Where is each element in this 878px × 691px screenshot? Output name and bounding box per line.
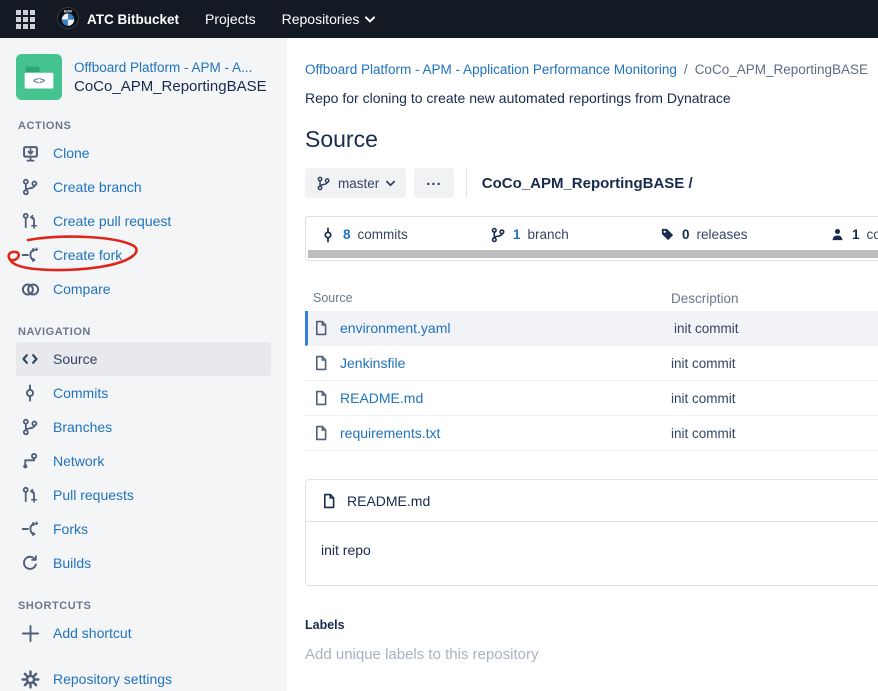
shortcuts-section-heading: SHORTCUTS: [18, 600, 277, 612]
file-table: Source Description environment.yaml init…: [305, 285, 878, 451]
sidebar-item-network[interactable]: Network: [16, 444, 277, 478]
bmw-logo-icon: BMW: [57, 7, 79, 32]
branch-icon: [20, 177, 40, 197]
file-link[interactable]: requirements.txt: [340, 425, 440, 441]
chevron-down-icon: [365, 16, 375, 23]
main-content: Offboard Platform - APM - Application Pe…: [287, 38, 878, 691]
commit-message[interactable]: init commit: [671, 391, 736, 406]
commit-message[interactable]: init commit: [674, 321, 739, 336]
file-table-header: Source Description: [305, 285, 878, 311]
sidebar-item-compare[interactable]: Compare: [16, 272, 277, 306]
sidebar-item-add-shortcut[interactable]: Add shortcut: [16, 616, 277, 650]
readme-panel-header: README.md: [306, 480, 878, 522]
sidebar-repo-name[interactable]: CoCo_APM_ReportingBASE: [74, 78, 267, 95]
person-icon: [830, 227, 845, 242]
stat-branches[interactable]: 1 branch: [476, 227, 646, 243]
stat-contributors[interactable]: 1 contributors: [816, 227, 878, 242]
tag-icon: [660, 227, 675, 242]
gear-icon: [20, 669, 40, 689]
scrollbar-thumb[interactable]: [308, 250, 878, 258]
chevron-down-icon: [386, 180, 395, 187]
breadcrumb-current-repo: CoCo_APM_ReportingBASE: [695, 62, 868, 77]
builds-icon: [20, 553, 40, 573]
labels-section: Labels Add unique labels to this reposit…: [305, 618, 878, 663]
repository-sidebar: <> Offboard Platform - APM - A... CoCo_A…: [0, 38, 287, 691]
breadcrumb-project-link[interactable]: Offboard Platform - APM - Application Pe…: [305, 62, 677, 77]
column-header-description: Description: [671, 291, 739, 306]
sidebar-item-commits[interactable]: Commits: [16, 376, 277, 410]
file-icon: [313, 425, 329, 441]
sidebar-item-source[interactable]: Source: [16, 342, 271, 376]
commit-message[interactable]: init commit: [671, 426, 736, 441]
clone-icon: [20, 143, 40, 163]
compare-icon: [20, 279, 40, 299]
labels-heading: Labels: [305, 618, 878, 632]
sidebar-project-link[interactable]: Offboard Platform - APM - A...: [74, 60, 267, 75]
actions-section-heading: ACTIONS: [18, 120, 277, 132]
page-title: Source: [305, 126, 878, 153]
branch-icon: [316, 176, 331, 191]
labels-empty-placeholder: Add unique labels to this repository: [305, 646, 878, 663]
branch-icon: [490, 227, 506, 243]
topnav-repositories[interactable]: Repositories: [282, 11, 376, 27]
commit-icon: [20, 383, 40, 403]
sidebar-item-pull-requests[interactable]: Pull requests: [16, 478, 277, 512]
file-path-root[interactable]: CoCo_APM_ReportingBASE /: [482, 175, 693, 192]
readme-filename: README.md: [347, 493, 430, 509]
source-toolbar: master ... CoCo_APM_ReportingBASE /: [305, 168, 878, 198]
fork-icon: [20, 245, 40, 265]
file-link[interactable]: environment.yaml: [340, 320, 451, 336]
pull-request-icon: [20, 485, 40, 505]
sidebar-item-repository-settings[interactable]: Repository settings: [16, 662, 277, 691]
sidebar-item-create-branch[interactable]: Create branch: [16, 170, 277, 204]
source-icon: [20, 349, 40, 369]
top-navigation-bar: BMW ATC Bitbucket Projects Repositories: [0, 0, 878, 38]
branch-selector-button[interactable]: master: [305, 168, 406, 198]
toolbar-divider: [466, 168, 467, 198]
repository-stats-bar: 8 commits 1 branch 0 releases 1 contribu…: [305, 216, 878, 261]
sidebar-item-forks[interactable]: Forks: [16, 512, 277, 546]
table-row-environment-yaml[interactable]: environment.yaml init commit: [305, 311, 878, 346]
readme-content: init repo: [306, 522, 878, 585]
fork-icon: [20, 519, 40, 539]
topnav-projects[interactable]: Projects: [205, 11, 256, 27]
sidebar-item-create-pull-request[interactable]: Create pull request: [16, 204, 277, 238]
column-header-source: Source: [305, 291, 671, 305]
file-link[interactable]: README.md: [340, 390, 423, 406]
readme-panel: README.md init repo: [305, 479, 878, 586]
stat-releases[interactable]: 0 releases: [646, 227, 816, 242]
app-switcher-grid-icon[interactable]: [14, 8, 37, 31]
breadcrumb-separator: /: [684, 62, 688, 77]
app-title: ATC Bitbucket: [87, 12, 179, 27]
stat-commits[interactable]: 8 commits: [306, 227, 476, 243]
repository-description: Repo for cloning to create new automated…: [305, 90, 878, 106]
more-options-button[interactable]: ...: [414, 168, 454, 198]
table-row-requirements-txt[interactable]: requirements.txt init commit: [305, 416, 878, 451]
branch-icon: [20, 417, 40, 437]
file-icon: [313, 355, 329, 371]
commit-message[interactable]: init commit: [671, 356, 736, 371]
breadcrumb: Offboard Platform - APM - Application Pe…: [305, 62, 878, 77]
sidebar-item-builds[interactable]: Builds: [16, 546, 277, 580]
pull-request-icon: [20, 211, 40, 231]
table-row-jenkinsfile[interactable]: Jenkinsfile init commit: [305, 346, 878, 381]
svg-text:<>: <>: [33, 75, 45, 87]
sidebar-item-create-fork[interactable]: Create fork: [16, 238, 277, 272]
sidebar-item-branches[interactable]: Branches: [16, 410, 277, 444]
horizontal-scrollbar: [308, 250, 878, 258]
network-icon: [20, 451, 40, 471]
plus-icon: [20, 623, 40, 643]
file-icon: [313, 390, 329, 406]
table-row-readme-md[interactable]: README.md init commit: [305, 381, 878, 416]
file-icon: [313, 320, 329, 336]
svg-text:BMW: BMW: [64, 9, 73, 13]
navigation-section-heading: NAVIGATION: [18, 326, 277, 338]
bitbucket-home-link[interactable]: BMW ATC Bitbucket: [57, 7, 179, 32]
file-icon: [321, 493, 337, 509]
sidebar-item-clone[interactable]: Clone: [16, 136, 277, 170]
commit-icon: [320, 227, 336, 243]
file-link[interactable]: Jenkinsfile: [340, 355, 405, 371]
repository-avatar[interactable]: <>: [16, 54, 62, 100]
